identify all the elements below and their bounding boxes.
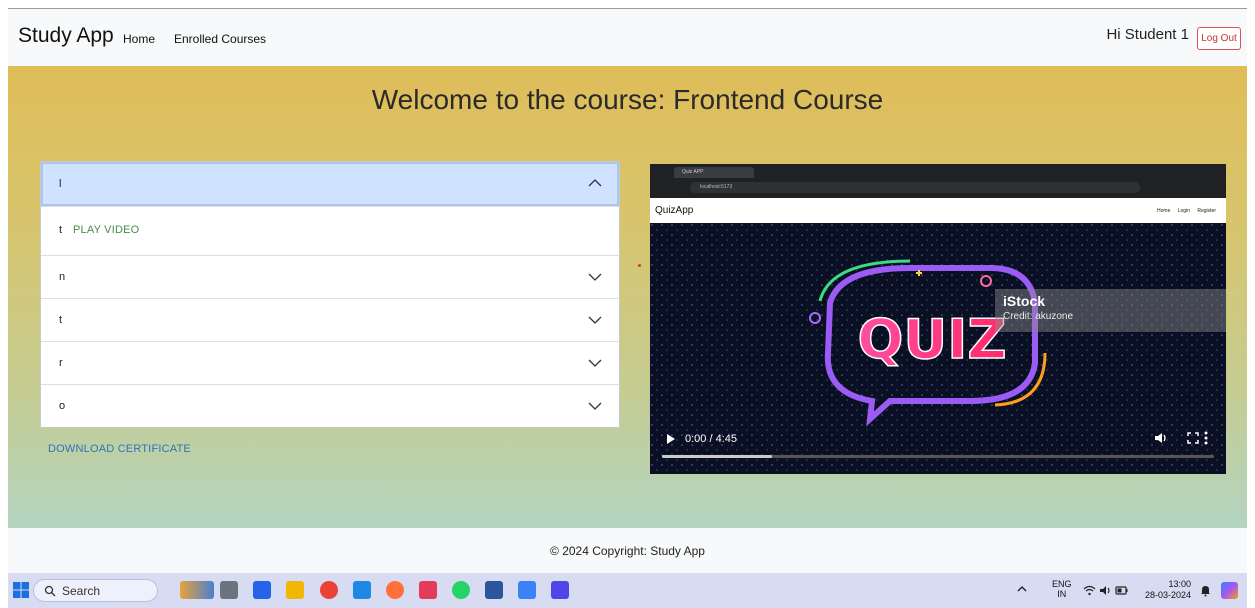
system-clock[interactable]: 13:00 28-03-2024 (1131, 579, 1191, 601)
video-app-navbar: QuizApp Home Login Register (650, 198, 1226, 223)
footer: © 2024 Copyright: Study App (8, 528, 1247, 573)
istock-watermark: iStock Credit: akuzone (995, 289, 1226, 332)
battery-icon[interactable] (1115, 584, 1128, 597)
widgets-icon[interactable] (180, 581, 214, 599)
page-title: Welcome to the course: Frontend Course (371, 84, 884, 115)
language-indicator[interactable]: ENG IN (1052, 579, 1072, 599)
vscode-icon[interactable] (353, 581, 371, 599)
nav-link-home[interactable]: Home (123, 32, 155, 46)
search-icon (44, 585, 56, 597)
windows-start-icon[interactable] (13, 582, 29, 598)
play-icon[interactable] (667, 434, 675, 444)
speaker-icon[interactable] (1099, 584, 1112, 597)
download-certificate-button[interactable]: DOWNLOAD CERTIFICATE (48, 443, 191, 455)
video-app-link: Login (1177, 208, 1190, 214)
clock-date: 28-03-2024 (1144, 590, 1191, 600)
nav-link-enrolled-courses[interactable]: Enrolled Courses (174, 32, 266, 46)
accordion-item-1-body: t PLAY VIDEO (41, 206, 619, 255)
video-app-links: Home Login Register (1151, 208, 1216, 214)
word-icon[interactable] (485, 581, 503, 599)
logout-button[interactable]: Log Out (1197, 27, 1241, 50)
wifi-icon[interactable] (1083, 584, 1096, 597)
video-app-link: Home (1157, 208, 1171, 214)
watermark-name: iStock (1003, 293, 1046, 309)
accordion-item-label: t (59, 314, 63, 326)
chevron-up-icon[interactable] (1016, 583, 1028, 595)
more-options-icon[interactable] (1198, 430, 1214, 446)
task-view-icon[interactable] (220, 581, 238, 599)
chevron-down-icon (588, 402, 602, 410)
lesson-content-letter: t (59, 224, 63, 236)
clock-time: 13:00 (1168, 579, 1191, 589)
chevron-down-icon (588, 316, 602, 324)
accordion-item-5-header[interactable]: o (41, 384, 619, 427)
copyright-text: © 2024 Copyright: Study App (550, 544, 705, 558)
file-explorer-icon[interactable] (286, 581, 304, 599)
video-browser-chrome: Quiz APP localhost:5173 (650, 164, 1226, 198)
accordion-item-label: o (59, 400, 66, 412)
accordion-item-label: r (59, 357, 63, 369)
video-progress-bar[interactable] (662, 455, 1214, 458)
course-main: Welcome to the course: Frontend Course l… (8, 66, 1247, 528)
accordion-item-1-header[interactable]: l (41, 162, 619, 206)
chevron-up-icon (588, 179, 602, 187)
watermark-credit: Credit: akuzone (1003, 311, 1074, 322)
app-icon-pink[interactable] (419, 581, 437, 599)
search-label: Search (62, 584, 101, 598)
app-icon-indigo[interactable] (551, 581, 569, 599)
chevron-down-icon (588, 359, 602, 367)
accordion-item-3-header[interactable]: t (41, 298, 619, 341)
video-time: 0:00 / 4:45 (685, 433, 737, 445)
video-browser-url: localhost:5173 (690, 182, 1140, 193)
lesson-accordion: l t PLAY VIDEO n t r o (40, 161, 620, 428)
video-progress-fill (662, 455, 773, 458)
video-app-brand: QuizApp (655, 205, 694, 216)
accordion-item-2-header[interactable]: n (41, 255, 619, 298)
app-icon-blue[interactable] (253, 581, 271, 599)
video-controls: 0:00 / 4:45 (650, 426, 1226, 474)
firefox-icon[interactable] (386, 581, 404, 599)
video-player[interactable]: Quiz APP localhost:5173 QuizApp Home Log… (650, 164, 1226, 474)
volume-icon[interactable] (1153, 430, 1169, 446)
accordion-item-label: n (59, 271, 66, 283)
quiz-art-text: QUIZ (857, 308, 1006, 371)
video-browser-tab: Quiz APP (674, 167, 754, 178)
brand-logo[interactable]: Study App (18, 24, 114, 48)
notification-bell-icon[interactable] (1199, 584, 1212, 597)
chevron-down-icon (588, 273, 602, 281)
decorative-dot (638, 264, 641, 267)
lang-code: ENG (1052, 579, 1072, 589)
notepad-icon[interactable] (518, 581, 536, 599)
whatsapp-icon[interactable] (452, 581, 470, 599)
windows-taskbar: Search ENG IN 13:00 28-03-2024 (8, 573, 1247, 608)
copilot-icon[interactable] (1221, 582, 1238, 599)
chrome-icon[interactable] (320, 581, 338, 599)
taskbar-search[interactable]: Search (33, 579, 158, 602)
play-video-button[interactable]: PLAY VIDEO (73, 224, 139, 236)
accordion-item-label: l (59, 178, 62, 190)
lang-region: IN (1057, 589, 1067, 599)
video-app-link: Register (1197, 208, 1216, 214)
navbar: Study App Home Enrolled Courses Hi Stude… (8, 9, 1247, 66)
accordion-item-4-header[interactable]: r (41, 341, 619, 384)
user-greeting: Hi Student 1 (1106, 26, 1189, 43)
